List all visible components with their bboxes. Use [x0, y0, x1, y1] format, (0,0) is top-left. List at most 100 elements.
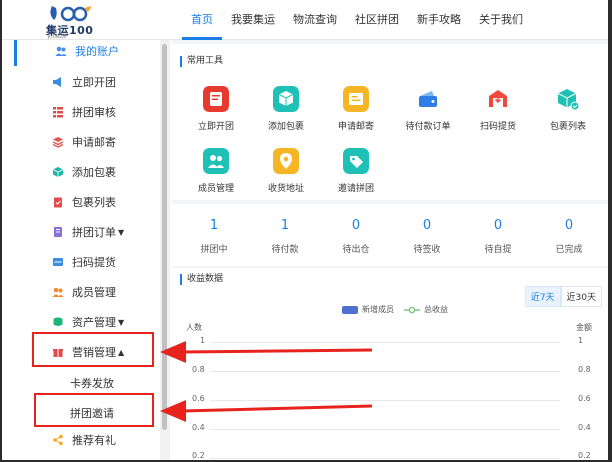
tool-invite-group[interactable]: 邀请拼团	[326, 148, 386, 204]
sidebar-item-open-group[interactable]: 立即开团	[14, 67, 162, 97]
tool-add-package[interactable]: 添加包裹	[256, 86, 316, 142]
legend-bar-label: 新增成员	[362, 305, 394, 314]
stat-completed[interactable]: 0 已完成	[539, 218, 599, 268]
list-icon	[53, 107, 63, 118]
tab-7-days[interactable]: 近7天	[524, 286, 561, 307]
sidebar-item-package-list[interactable]: 包裹列表	[14, 187, 162, 217]
sidebar-item-members[interactable]: 成员管理	[14, 277, 162, 307]
stat-label: 已完成	[555, 245, 583, 255]
chevron-down-icon: ▼	[118, 317, 125, 327]
tool-scan-pickup[interactable]: 扫码提货	[468, 86, 528, 142]
scan-icon	[53, 258, 63, 266]
account-icon	[55, 46, 67, 56]
stat-value: 0	[493, 218, 503, 233]
app-window: 集运100 JIYUN100 首页 我要集运 物流查询 社区拼团 新手攻略 关于…	[2, 0, 608, 460]
brand-tagline: JIYUN100	[48, 34, 67, 39]
top-navbar: 集运100 JIYUN100 首页 我要集运 物流查询 社区拼团 新手攻略 关于…	[2, 0, 608, 40]
stat-pending-payment[interactable]: 1 待付款	[255, 218, 315, 268]
stat-grouping[interactable]: 1 拼团中	[184, 218, 244, 268]
sidebar-item-add-package[interactable]: 添加包裹	[14, 157, 162, 187]
tool-label: 包裹列表	[549, 122, 586, 132]
stat-value: 0	[422, 218, 432, 233]
add-package-icon	[273, 86, 299, 112]
tool-label: 邀请拼团	[337, 184, 374, 194]
box-icon	[52, 167, 64, 177]
tools-card: 常用工具 立即开团 添加包裹 申请邮寄 待付款订单 扫码提货 包裹列表 成员管理…	[172, 44, 608, 200]
stat-label: 待出仓	[342, 245, 370, 255]
legend-line-label: 总收益	[424, 305, 448, 314]
nav-community-group[interactable]: 社区拼团	[346, 0, 408, 40]
stat-pending-dispatch[interactable]: 0 待出仓	[326, 218, 386, 268]
highlight-group-invite-box	[34, 393, 154, 427]
earnings-card: 收益数据 近7天 近30天 新增成员 总收益 人数 金额 1 0.8 0.6 0…	[172, 268, 608, 460]
nav-home[interactable]: 首页	[182, 0, 222, 40]
sidebar-item-account[interactable]: 我的账户	[14, 40, 162, 66]
sidebar-item-scan-pickup[interactable]: 扫码提货	[14, 247, 162, 277]
brand-logo[interactable]: 集运100 JIYUN100	[42, 2, 102, 39]
sidebar-item-label: 拼团订单	[72, 226, 116, 239]
nav-guide[interactable]: 新手攻略	[408, 0, 470, 40]
sidebar-item-group-orders[interactable]: 拼团订单 ▼	[14, 217, 162, 247]
sidebar-item-label: 成员管理	[72, 286, 116, 299]
sidebar-item-label: 拼团审核	[72, 106, 116, 119]
location-icon	[273, 148, 299, 174]
sidebar-item-label: 我的账户	[75, 45, 119, 58]
gridline	[210, 458, 560, 459]
stat-value: 1	[280, 218, 290, 233]
tool-label: 申请邮寄	[337, 122, 374, 132]
open-group-icon	[203, 86, 229, 112]
order-icon	[54, 227, 62, 237]
right-tick: 1	[578, 336, 584, 345]
dashboard-main: 常用工具 立即开团 添加包裹 申请邮寄 待付款订单 扫码提货 包裹列表 成员管理…	[172, 40, 608, 460]
sidebar-subitem-label: 卡券发放	[70, 377, 114, 390]
nav-consolidation[interactable]: 我要集运	[222, 0, 284, 40]
megaphone-icon	[53, 77, 61, 87]
chevron-down-icon: ▼	[118, 227, 125, 237]
tool-label: 立即开团	[197, 122, 234, 132]
tool-member-manage[interactable]: 成员管理	[186, 148, 246, 204]
tool-label: 添加包裹	[267, 122, 304, 132]
right-tick: 0.4	[578, 423, 591, 432]
tool-label: 待付款订单	[405, 122, 451, 132]
sidebar-scrollbar-thumb[interactable]	[162, 44, 167, 430]
stat-value: 0	[564, 218, 574, 233]
left-tick: 0.2	[192, 451, 205, 460]
left-tick: 0.6	[192, 394, 205, 403]
tool-address[interactable]: 收货地址	[256, 148, 316, 204]
stat-label: 拼团中	[200, 245, 228, 255]
gridline	[210, 371, 560, 372]
sidebar-item-referral[interactable]: 推荐有礼	[14, 425, 162, 455]
legend-line-swatch	[404, 306, 420, 313]
left-tick: 0.8	[192, 365, 205, 374]
nav-tracking[interactable]: 物流查询	[284, 0, 346, 40]
wallet-icon	[419, 91, 437, 107]
tab-30-days[interactable]: 近30天	[560, 286, 602, 307]
sidebar-item-group-review[interactable]: 拼团审核	[14, 97, 162, 127]
tool-package-list[interactable]: 包裹列表	[538, 86, 598, 142]
tools-title: 常用工具	[180, 56, 223, 67]
gridline	[210, 429, 560, 430]
sidebar-item-label: 添加包裹	[72, 166, 116, 179]
stat-label: 待签收	[413, 245, 441, 255]
sidebar-item-apply-mail[interactable]: 申请邮寄	[14, 127, 162, 157]
sidebar-item-label: 立即开团	[72, 76, 116, 89]
gridline	[210, 342, 560, 343]
right-tick: 0.6	[578, 394, 591, 403]
right-tick: 0.2	[578, 451, 591, 460]
clipboard-icon	[54, 197, 62, 208]
tool-label: 收货地址	[267, 184, 304, 194]
chart-legend: 新增成员 总收益	[342, 304, 448, 315]
logo-icon	[50, 6, 92, 22]
earnings-title: 收益数据	[180, 274, 223, 285]
stack-icon	[52, 137, 64, 148]
tool-apply-mail[interactable]: 申请邮寄	[326, 86, 386, 142]
stat-pending-receipt[interactable]: 0 待签收	[397, 218, 457, 268]
tool-pending-payment[interactable]: 待付款订单	[398, 86, 458, 142]
tool-label: 成员管理	[197, 184, 234, 194]
package-list-icon	[557, 89, 580, 111]
left-tick: 0.4	[192, 423, 205, 432]
nav-about[interactable]: 关于我们	[470, 0, 532, 40]
tool-open-group[interactable]: 立即开团	[186, 86, 246, 142]
left-axis-name: 人数	[186, 323, 202, 332]
stat-pending-pickup[interactable]: 0 待自提	[468, 218, 528, 268]
